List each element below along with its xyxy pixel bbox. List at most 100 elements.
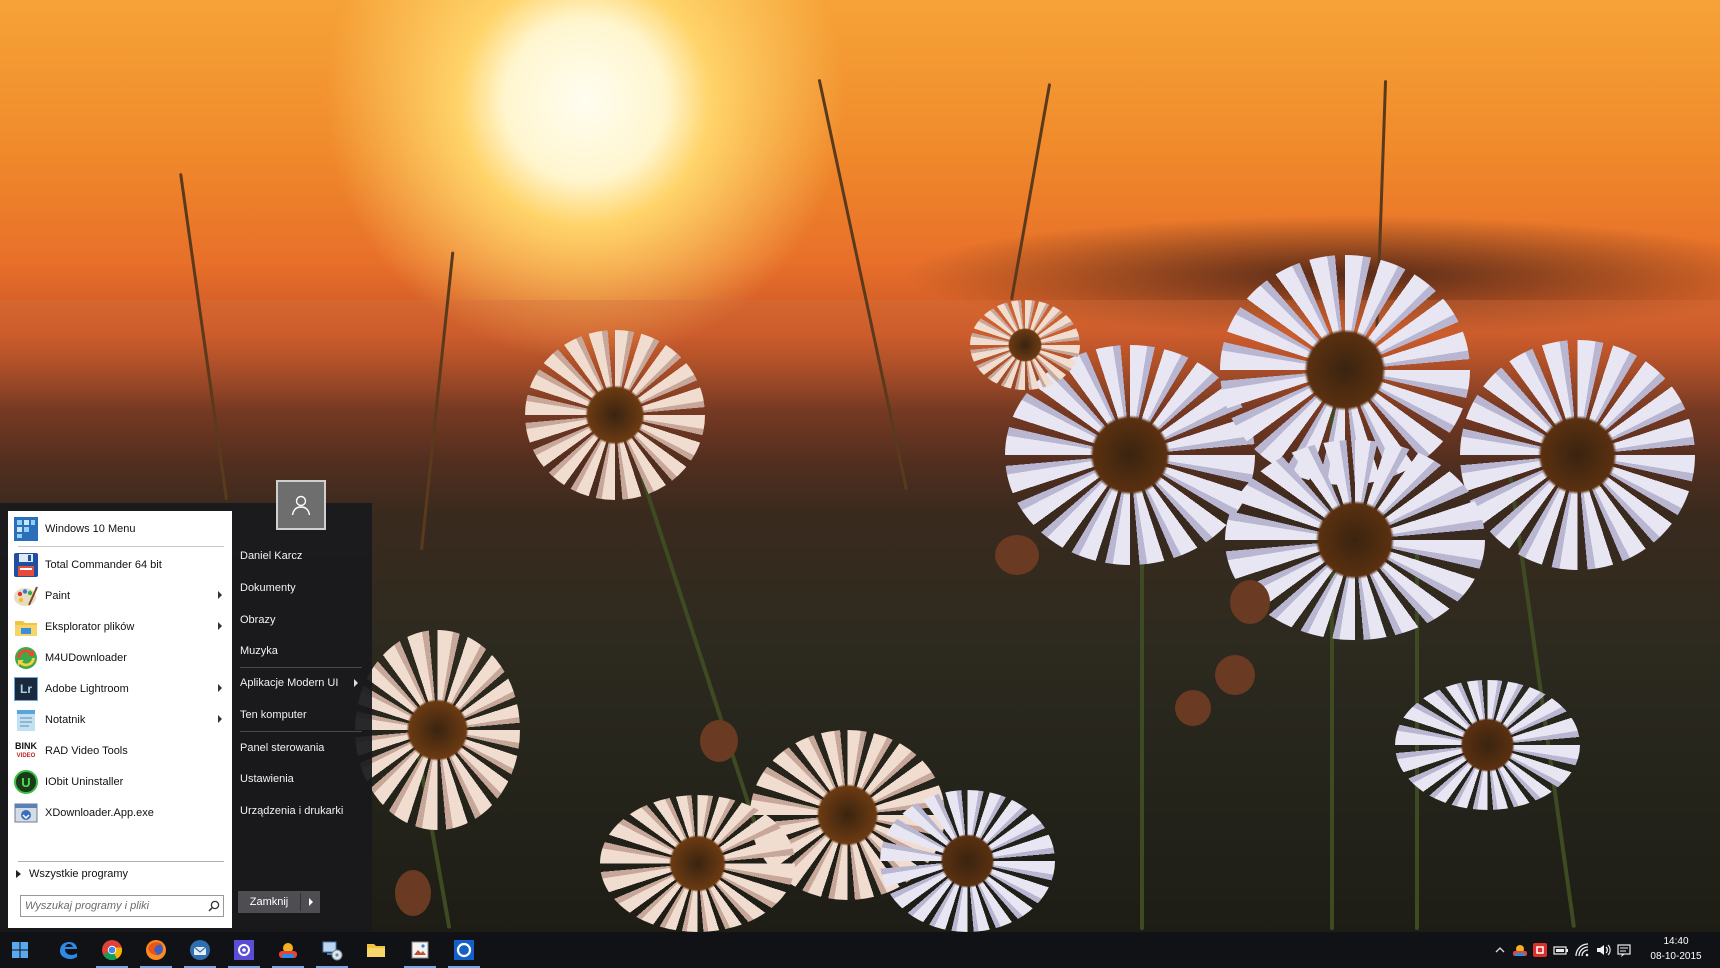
wifi-icon[interactable] (1574, 942, 1590, 958)
all-programs-button[interactable]: Wszystkie programy (16, 865, 128, 883)
action-center-icon[interactable] (1616, 942, 1632, 958)
taskbar-firefox[interactable] (136, 932, 176, 968)
right-item-this-pc[interactable]: Ten komputer (240, 702, 364, 728)
clock-date: 08-10-2015 (1650, 951, 1702, 962)
program-total-commander[interactable]: Total Commander 64 bit (12, 549, 228, 581)
taskbar-network-app[interactable] (312, 932, 352, 968)
start-windows-icon (12, 942, 28, 958)
program-rad-video-tools[interactable]: BINK VIDEO RAD Video Tools (12, 735, 228, 767)
user-avatar[interactable] (276, 480, 326, 530)
expand-arrow-icon (16, 870, 21, 878)
program-label: M4UDownloader (45, 652, 127, 664)
daisy-flower (970, 300, 1080, 390)
program-paint[interactable]: Paint (12, 580, 228, 612)
taskbar (0, 932, 1720, 968)
program-windows-10-menu[interactable]: Windows 10 Menu (12, 513, 228, 545)
firefox-icon (146, 940, 166, 960)
right-item-label: Panel sterowania (240, 742, 325, 754)
right-item-settings[interactable]: Ustawienia (240, 766, 364, 792)
flower-bud (1230, 580, 1270, 624)
all-programs-label: Wszystkie programy (29, 868, 129, 880)
programs-separator (18, 861, 224, 862)
flower-bud (1215, 655, 1255, 695)
start-button[interactable] (0, 932, 40, 968)
daisy-flower (355, 630, 520, 830)
taskbar-file-explorer[interactable] (356, 932, 396, 968)
program-label: XDownloader.App.exe (45, 807, 154, 819)
program-label: Notatnik (45, 714, 86, 726)
taskbar-chrome[interactable] (92, 932, 132, 968)
program-m4udownloader[interactable]: M4UDownloader (12, 642, 228, 674)
image-viewer-icon (411, 941, 429, 959)
program-iobit-uninstaller[interactable]: U IObit Uninstaller (12, 766, 228, 798)
right-item-music[interactable]: Muzyka (240, 638, 364, 664)
floppy-disk-icon (12, 551, 40, 579)
shutdown-button-group: Zamknij (238, 891, 320, 913)
right-item-control-panel[interactable]: Panel sterowania (240, 735, 364, 761)
weather-app-icon (279, 943, 297, 958)
taskbar-settings-app[interactable] (224, 932, 264, 968)
daisy-flower (600, 795, 795, 932)
start-menu-programs-pane: Windows 10 Menu Total Commander 64 bit P… (8, 511, 232, 928)
lightroom-icon: Lr (12, 675, 40, 703)
chevron-up-icon[interactable] (1492, 942, 1508, 958)
daisy-flower (1460, 340, 1695, 570)
program-notepad[interactable]: Notatnik (12, 704, 228, 736)
daisy-flower (880, 790, 1055, 932)
daisy-flower (525, 330, 705, 500)
right-separator (240, 667, 362, 668)
right-item-documents[interactable]: Dokumenty (240, 575, 364, 601)
submenu-arrow-icon (218, 684, 222, 692)
program-xdownloader[interactable]: XDownloader.App.exe (12, 797, 228, 829)
battery-icon[interactable] (1553, 942, 1569, 958)
taskbar-circle-app[interactable] (444, 932, 484, 968)
iobit-uninstaller-icon: U (12, 768, 40, 796)
program-label: RAD Video Tools (45, 745, 128, 757)
notepad-icon (12, 706, 40, 734)
right-item-user-name[interactable]: Daniel Karcz (240, 543, 364, 569)
right-item-label: Dokumenty (240, 582, 296, 594)
settings-gear-app-icon (234, 940, 254, 960)
chevron-right-icon (308, 898, 313, 906)
programs-separator (18, 546, 224, 547)
program-label: Total Commander 64 bit (45, 559, 162, 571)
right-item-modern-ui-apps[interactable]: Aplikacje Modern UI (240, 670, 364, 696)
weather-tray-icon[interactable] (1512, 942, 1528, 958)
taskbar-weather[interactable] (268, 932, 308, 968)
green-arrows-icon (12, 644, 40, 672)
program-label: Paint (45, 590, 71, 602)
program-file-explorer[interactable]: Eksplorator plików (12, 611, 228, 643)
taskbar-thunderbird[interactable] (180, 932, 220, 968)
user-silhouette-icon (291, 495, 311, 516)
start-search-box (20, 895, 224, 917)
search-input[interactable] (21, 897, 206, 915)
network-computer-icon (322, 941, 343, 961)
user-name-label: Daniel Karcz (240, 550, 303, 562)
taskbar-edge[interactable] (48, 932, 88, 968)
volume-icon[interactable] (1595, 942, 1611, 958)
shutdown-button[interactable]: Zamknij (238, 896, 300, 908)
right-item-label: Aplikacje Modern UI (240, 677, 339, 689)
flower-bud (1175, 690, 1211, 726)
clock-time: 14:40 (1663, 936, 1689, 947)
file-explorer-folder-icon (12, 613, 40, 641)
taskbar-clock[interactable]: 14:40 08-10-2015 (1644, 934, 1708, 966)
submenu-arrow-icon (354, 679, 358, 687)
right-item-label: Ten komputer (240, 709, 307, 721)
right-item-devices-printers[interactable]: Urządzenia i drukarki (240, 798, 364, 824)
shutdown-options-button[interactable] (301, 898, 320, 906)
program-label: Adobe Lightroom (45, 683, 129, 695)
taskbar-image-viewer[interactable] (400, 932, 440, 968)
circle-app-icon (454, 940, 474, 960)
right-item-label: Urządzenia i drukarki (240, 805, 344, 817)
chrome-icon (102, 940, 123, 961)
search-icon[interactable] (205, 897, 223, 915)
windows-10-menu-icon (12, 515, 40, 543)
program-label: IObit Uninstaller (45, 776, 124, 788)
submenu-arrow-icon (218, 715, 222, 723)
program-adobe-lightroom[interactable]: Lr Adobe Lightroom (12, 673, 228, 705)
red-app-tray-icon[interactable] (1532, 942, 1548, 958)
right-item-label: Muzyka (240, 645, 278, 657)
right-item-label: Ustawienia (240, 773, 294, 785)
right-item-pictures[interactable]: Obrazy (240, 607, 364, 633)
